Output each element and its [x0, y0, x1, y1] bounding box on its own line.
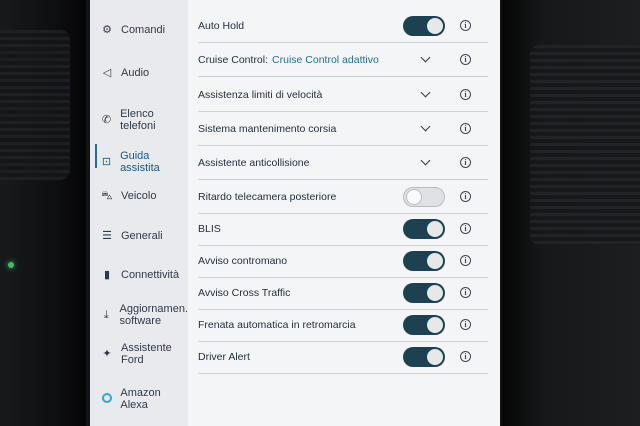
info-icon[interactable]: i	[460, 255, 471, 266]
sidebar-item-label: Elenco telefoni	[120, 108, 156, 132]
setting-label: BLIS	[198, 223, 221, 235]
download-icon: ⤓	[103, 309, 109, 321]
sidebar-item-label: Amazon Alexa	[120, 387, 161, 411]
setting-label: Assistente anticollisione	[198, 157, 310, 169]
settings-sidebar: ⚙ Comandi ◁ Audio ✆ Elenco telefoni ⊡ Gu…	[90, 0, 189, 426]
sidebar-item-guida-assistita[interactable]: ⊡ Guida assistita	[90, 144, 188, 174]
info-icon[interactable]: i	[460, 123, 471, 134]
wrong-way-alert-toggle[interactable]	[403, 251, 445, 271]
sidebar-item-label-line1: Assistente	[121, 342, 172, 354]
sidebar-item-label: Guida assistita	[120, 150, 160, 174]
info-icon[interactable]: i	[460, 20, 471, 31]
sidebar-item-elenco-telefoni[interactable]: ✆ Elenco telefoni	[90, 108, 188, 132]
sidebar-item-label-line2: Ford	[121, 354, 144, 366]
auto-hold-toggle[interactable]	[403, 16, 445, 36]
setting-row-cross-traffic-alert: Avviso Cross Traffic i	[198, 277, 488, 310]
setting-row-reverse-brake-assist: Frenata automatica in retromarcia i	[198, 309, 488, 342]
sidebar-item-generali[interactable]: ☰ Generali	[90, 230, 188, 242]
info-icon[interactable]: i	[460, 191, 471, 202]
setting-row-speed-limit-assist[interactable]: Assistenza limiti di velocità i	[198, 79, 488, 112]
chevron-down-icon[interactable]	[420, 155, 431, 166]
setting-row-blis: BLIS i	[198, 213, 488, 246]
assistant-icon: ✦	[102, 348, 112, 360]
chevron-down-icon[interactable]	[420, 121, 431, 132]
sidebar-item-veicolo[interactable]: ⛍ Veicolo	[90, 190, 188, 202]
setting-label: Auto Hold	[198, 20, 245, 32]
sidebar-item-aggiornamento-software[interactable]: ⤓ Aggiornamen. software	[90, 303, 188, 327]
air-vent-left	[0, 30, 70, 180]
setting-label: Frenata automatica in retromarcia	[198, 319, 356, 331]
setting-row-wrong-way-alert: Avviso contromano i	[198, 245, 488, 278]
setting-label: Avviso Cross Traffic	[198, 287, 291, 299]
command-icon: ⚙	[102, 24, 112, 36]
info-icon[interactable]: i	[460, 319, 471, 330]
setting-label: Avviso contromano	[198, 255, 288, 267]
driver-alert-toggle[interactable]	[403, 347, 445, 367]
signal-icon: ▮	[103, 269, 111, 281]
settings-list: Auto Hold i Cruise Control: Cruise Contr…	[188, 0, 500, 426]
speaker-icon: ◁	[102, 67, 112, 79]
setting-label: Driver Alert	[198, 351, 250, 363]
sidebar-item-audio[interactable]: ◁ Audio	[90, 67, 188, 79]
phone-icon: ✆	[101, 114, 112, 126]
driver-assist-icon: ⊡	[101, 156, 112, 168]
info-icon[interactable]: i	[460, 223, 471, 234]
setting-row-pre-collision[interactable]: Assistente anticollisione i	[198, 147, 488, 180]
setting-label: Ritardo telecamera posteriore	[198, 191, 337, 203]
indicator-light	[8, 262, 14, 268]
rear-camera-delay-toggle[interactable]	[403, 187, 445, 207]
setting-label: Assistenza limiti di velocità	[198, 89, 323, 101]
sidebar-item-connettivita[interactable]: ▮ Connettività	[90, 269, 188, 281]
infotainment-screen: ⚙ Comandi ◁ Audio ✆ Elenco telefoni ⊡ Gu…	[90, 0, 500, 426]
setting-row-cruise-control[interactable]: Cruise Control: Cruise Control adattivo …	[198, 44, 488, 77]
air-vent-right	[530, 45, 640, 245]
sidebar-item-label: Comandi	[121, 24, 166, 36]
sidebar-item-comandi[interactable]: ⚙ Comandi	[90, 24, 188, 36]
chevron-down-icon[interactable]	[420, 52, 431, 63]
info-icon[interactable]: i	[460, 157, 471, 168]
blis-toggle[interactable]	[403, 219, 445, 239]
setting-label: Sistema mantenimento corsia	[198, 123, 337, 135]
chevron-down-icon[interactable]	[420, 87, 431, 98]
sliders-icon: ☰	[102, 230, 112, 242]
sidebar-item-label-line2: software	[119, 315, 162, 327]
info-icon[interactable]: i	[460, 89, 471, 100]
info-icon[interactable]: i	[460, 54, 471, 65]
setting-label: Cruise Control:	[198, 54, 269, 66]
info-icon[interactable]: i	[460, 351, 471, 362]
setting-value: Cruise Control adattivo	[272, 54, 379, 66]
sidebar-item-label: Generali	[121, 230, 163, 242]
sidebar-item-label-line1: Aggiornamen.	[119, 303, 189, 315]
setting-row-lane-keeping[interactable]: Sistema mantenimento corsia i	[198, 113, 488, 146]
info-icon[interactable]: i	[460, 287, 471, 298]
alexa-icon	[99, 392, 114, 406]
sidebar-item-label: Veicolo	[121, 190, 157, 202]
sidebar-item-amazon-alexa[interactable]: Amazon Alexa	[90, 387, 188, 411]
setting-row-auto-hold: Auto Hold i	[198, 10, 488, 43]
setting-row-driver-alert: Driver Alert i	[198, 341, 488, 374]
setting-row-rear-camera-delay: Ritardo telecamera posteriore i	[198, 181, 488, 214]
reverse-brake-assist-toggle[interactable]	[403, 315, 445, 335]
sidebar-item-label: Connettività	[121, 269, 180, 281]
sidebar-item-label: Audio	[121, 67, 150, 79]
car-icon: ⛍	[101, 190, 113, 202]
cross-traffic-alert-toggle[interactable]	[403, 283, 445, 303]
sidebar-item-assistente-ford[interactable]: ✦ Assistente Ford	[90, 342, 188, 366]
